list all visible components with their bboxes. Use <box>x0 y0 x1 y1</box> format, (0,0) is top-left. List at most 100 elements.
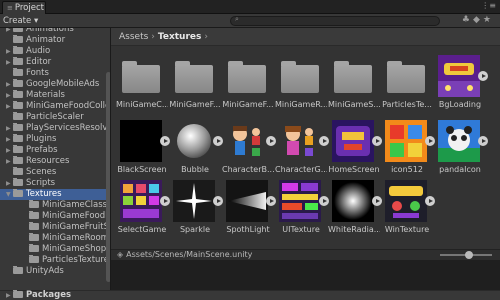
tree-item[interactable]: Animator <box>0 35 110 46</box>
expand-arrow-icon[interactable]: ▶ <box>6 123 13 134</box>
tree-item-label: MiniGameShoppi <box>42 244 111 254</box>
tree-item[interactable]: ▶ PlayServicesResolv <box>0 123 110 134</box>
folder-icon <box>13 57 23 65</box>
breadcrumb-item[interactable]: Assets <box>119 32 148 42</box>
black-screen-thumbnail <box>120 120 162 162</box>
expand-play-icon[interactable] <box>213 196 223 206</box>
create-button[interactable]: Create ▾ <box>3 14 38 28</box>
tree-item[interactable]: ▶ Editor <box>0 57 110 68</box>
tree-item-label: Resources <box>26 156 70 166</box>
expand-arrow-icon[interactable]: ▶ <box>6 57 13 68</box>
expand-play-icon[interactable] <box>266 196 276 206</box>
tree-item[interactable]: MiniGameClassifi <box>0 200 111 211</box>
filter-icon[interactable]: ♣ <box>462 15 473 25</box>
tree-item-label: MiniGameFoodColle <box>26 101 111 111</box>
expand-play-icon[interactable] <box>160 196 170 206</box>
tree-item[interactable]: ▶ MiniGameFoodColle <box>0 101 111 112</box>
path-bar: Assets › Textures › <box>111 28 500 46</box>
folder-icon <box>13 90 23 98</box>
expand-arrow-icon[interactable]: ▼ <box>6 189 13 200</box>
tree-item[interactable]: MiniGameShoppi <box>0 244 111 255</box>
asset-label: MiniGameR... <box>275 100 327 109</box>
expand-play-icon[interactable] <box>319 136 329 146</box>
expand-play-icon[interactable] <box>266 136 276 146</box>
tree-item[interactable]: Fonts <box>0 68 110 79</box>
tree-item[interactable]: ▶ Audio <box>0 46 110 57</box>
tree-item[interactable]: ▶ Resources <box>0 156 110 167</box>
tree-item[interactable]: ▼ Textures <box>0 189 110 200</box>
expand-play-icon[interactable] <box>478 71 488 81</box>
list-icon: ≡ <box>7 4 13 12</box>
tree-item-label: Scenes <box>26 167 57 177</box>
status-path: ◈ Assets/Scenes/MainScene.unity <box>117 250 252 259</box>
expand-play-icon[interactable] <box>372 136 382 146</box>
folder-icon <box>29 211 39 219</box>
expand-play-icon[interactable] <box>372 196 382 206</box>
expand-arrow-icon[interactable]: ▶ <box>6 178 13 189</box>
expand-arrow-icon[interactable]: ▶ <box>6 28 13 35</box>
tab-project[interactable]: ≡ Project <box>2 1 46 14</box>
expand-arrow-icon[interactable]: ▶ <box>6 156 13 167</box>
asset-label: ParticlesTe... <box>382 100 432 109</box>
tree-item[interactable]: ▶ Materials <box>0 90 110 101</box>
expand-arrow-icon[interactable]: ▶ <box>6 101 13 112</box>
expand-play-icon[interactable] <box>160 136 170 146</box>
search-input[interactable]: ⌕ <box>230 15 440 26</box>
app-icon-thumbnail <box>385 120 427 162</box>
tree-item[interactable]: ▶ Scripts <box>0 178 110 189</box>
folder-icon <box>13 189 23 197</box>
expand-play-icon[interactable] <box>478 136 488 146</box>
tree-item-label: MiniGameClassifi <box>42 200 111 210</box>
tree-item[interactable]: ParticlesTextures <box>0 255 111 266</box>
asset-label: CharacterB... <box>222 165 274 174</box>
tree-item-label: ParticlesTextures <box>42 255 111 265</box>
folder-icon <box>13 28 23 32</box>
packages-row[interactable]: ▶ Packages <box>0 290 500 300</box>
expand-arrow-icon[interactable]: ▶ <box>6 90 13 101</box>
tree-item[interactable]: MiniGameFoodMa <box>0 211 110 222</box>
expand-play-icon[interactable] <box>213 136 223 146</box>
asset-label: MiniGameS... <box>328 100 380 109</box>
tree-item-packages[interactable]: ▶ Packages <box>0 290 111 300</box>
expand-arrow-icon[interactable]: ▶ <box>6 79 13 90</box>
tree-item-label: Fonts <box>26 68 49 78</box>
expand-play-icon[interactable] <box>425 136 435 146</box>
tree-item[interactable]: Scenes <box>0 167 110 178</box>
tree-item[interactable]: UnityAds <box>0 266 110 277</box>
folder-icon <box>29 244 39 252</box>
expand-arrow-icon[interactable]: ▶ <box>6 134 13 145</box>
folder-icon <box>13 156 23 164</box>
asset-label: BlackScreen <box>117 165 167 174</box>
expand-play-icon[interactable] <box>319 196 329 206</box>
expand-arrow-icon[interactable]: ▶ <box>6 290 13 300</box>
tree-item[interactable]: ▶ Animations <box>0 28 110 35</box>
breadcrumb-trailing-arrow[interactable]: › <box>204 32 208 42</box>
asset-label: icon512 <box>391 165 423 174</box>
panda-icon-thumbnail <box>438 120 480 162</box>
label-icon[interactable]: ◆ <box>473 15 483 25</box>
tree-item[interactable]: ▶ Prefabs <box>0 145 110 156</box>
folder-icon <box>13 123 23 131</box>
ui-texture-thumbnail <box>279 180 321 222</box>
expand-play-icon[interactable] <box>425 196 435 206</box>
favorite-star-icon[interactable]: ★ <box>483 15 494 25</box>
expand-arrow-icon[interactable]: ▶ <box>6 145 13 156</box>
folder-icon <box>279 55 321 97</box>
folder-icon <box>173 55 215 97</box>
tree-item-label: GoogleMobileAds <box>26 79 100 89</box>
breadcrumb-item[interactable]: Textures <box>158 32 201 42</box>
magnifier-icon: ⌕ <box>235 15 239 23</box>
unity-scene-icon: ◈ <box>117 250 124 259</box>
asset-label: HomeScreen <box>328 165 380 174</box>
expand-arrow-icon[interactable]: ▶ <box>6 46 13 57</box>
folder-icon <box>13 46 23 54</box>
asset-label: MiniGameF... <box>222 100 274 109</box>
tree-item[interactable]: ▶ GoogleMobileAds <box>0 79 110 90</box>
tree-item[interactable]: ParticleScaler <box>0 112 110 123</box>
tree-item[interactable]: MiniGameFruitSli <box>0 222 110 233</box>
tree-item[interactable]: ▶ Plugins <box>0 134 110 145</box>
window-menu-icon[interactable]: ⋮≡ <box>481 1 496 10</box>
tree-item[interactable]: MiniGameRoomC <box>0 233 110 244</box>
zoom-slider-knob[interactable] <box>465 251 473 259</box>
folder-icon <box>13 290 23 298</box>
